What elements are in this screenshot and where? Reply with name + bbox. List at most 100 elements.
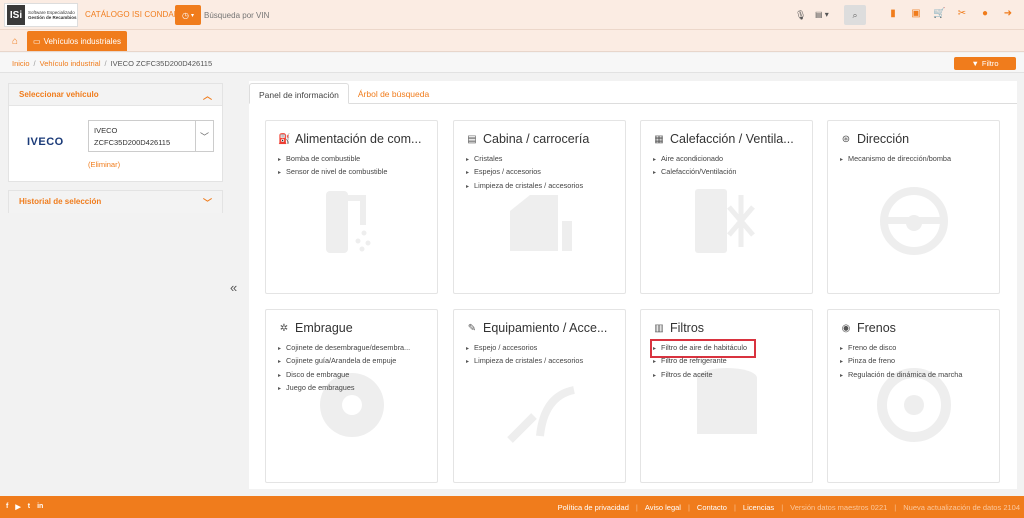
card-title: Frenos <box>857 321 896 335</box>
equipment-illustration <box>506 386 575 443</box>
card-item[interactable]: Espejos / accesorios <box>466 166 583 179</box>
card-item[interactable]: Filtros de aceite <box>653 369 753 382</box>
category-card-brakes[interactable]: ◉ Frenos Freno de disco Pinza de freno Re… <box>827 309 1000 483</box>
iveco-logo: IVECO <box>27 136 64 148</box>
filter-button[interactable]: ▼ Filtro <box>954 57 1016 70</box>
tab-label: Vehículos industriales <box>43 36 121 46</box>
isi-logo[interactable]: ISi Software Especializado Gestión de Re… <box>4 3 78 27</box>
licenses-link[interactable]: Licencias <box>743 503 774 512</box>
collapse-sidebar-icon[interactable]: « <box>230 280 237 295</box>
breadcrumb-current: IVECO ZCFC35D200D426115 <box>110 59 213 68</box>
category-card-clutch[interactable]: ✲ Embrague Cojinete de desembrague/desemb… <box>265 309 438 483</box>
youtube-icon[interactable]: ▶ <box>15 503 20 511</box>
catalog-icon[interactable]: ▣ <box>910 8 922 19</box>
card-item[interactable]: Freno de disco <box>840 342 962 355</box>
chevron-down-icon[interactable]: ﹀ <box>195 121 213 151</box>
card-item[interactable]: Calefacción/Ventilación <box>653 166 736 179</box>
card-items: Mecanismo de dirección/bomba <box>840 153 951 166</box>
equipment-icon: ✎ <box>467 322 477 334</box>
legal-notice-link[interactable]: Aviso legal <box>645 503 681 512</box>
card-item[interactable]: Juego de embragues <box>278 382 410 395</box>
cart-icon[interactable]: 🛒 <box>933 8 945 19</box>
card-title: Alimentación de com... <box>295 132 422 146</box>
twitter-icon[interactable]: t <box>28 503 30 511</box>
card-items: Cristales Espejos / accesorios Limpieza … <box>466 153 583 193</box>
history-panel: Historial de selección ﹀ <box>8 190 223 213</box>
social-links: f ▶ t in <box>6 503 43 511</box>
tab-info-panel[interactable]: Panel de información <box>249 83 349 104</box>
home-icon[interactable]: ⌂ <box>6 33 24 49</box>
logout-icon[interactable]: ➜ <box>1002 8 1014 19</box>
user-icon[interactable]: ● <box>979 8 991 19</box>
card-item[interactable]: Limpieza de cristales / accesorios <box>466 180 583 193</box>
card-item-highlighted[interactable]: Filtro de aire de habitáculo <box>649 338 757 359</box>
search-box: 🎙 ▤ ▾ <box>201 5 843 25</box>
card-item[interactable]: Filtro de refrigerante <box>653 355 753 368</box>
card-title: Dirección <box>857 132 910 146</box>
breadcrumb-home[interactable]: Inicio <box>12 59 30 68</box>
category-card-filters[interactable]: ▥ Filtros Filtro de aire de habitáculo Fi… <box>640 309 813 483</box>
privacy-policy-link[interactable]: Política de privacidad <box>558 503 629 512</box>
history-dropdown-button[interactable]: ◷ ▾ <box>175 5 201 25</box>
magnifier-icon: ⌕ <box>852 9 858 20</box>
contact-link[interactable]: Contacto <box>697 503 727 512</box>
tab-industrial-vehicles[interactable]: ▭ Vehículos industriales <box>27 31 127 51</box>
category-card-cabin[interactable]: ▤ Cabina / carrocería Cristales Espejos /… <box>453 120 626 294</box>
master-data-version: Versión datos maestros 0221 <box>790 503 888 512</box>
logo-text: Software Especializado Gestión de Recamb… <box>28 10 77 20</box>
card-items: Espejo / accesorios Limpieza de cristale… <box>466 342 583 369</box>
card-item[interactable]: Cojinete de desembrague/desembra... <box>278 342 410 355</box>
heating-illustration <box>694 189 755 253</box>
vehicle-brand: IVECO <box>94 126 118 135</box>
microphone-icon[interactable]: 🎙 <box>795 10 806 21</box>
chevron-up-icon: ︿ <box>202 91 212 101</box>
search-type-dropdown[interactable]: ▤ ▾ <box>815 10 829 19</box>
card-item[interactable]: Aire acondicionado <box>653 153 736 166</box>
tab-search-tree[interactable]: Árbol de búsqueda <box>349 83 438 104</box>
history-header[interactable]: Historial de selección ﹀ <box>9 191 222 213</box>
facebook-icon[interactable]: f <box>6 503 8 511</box>
vin-search-input[interactable] <box>204 8 784 22</box>
card-item[interactable]: Espejo / accesorios <box>466 342 583 355</box>
tools-icon[interactable]: ✂ <box>956 8 968 19</box>
card-item[interactable]: Cristales <box>466 153 583 166</box>
fuel-pump-illustration <box>325 191 370 253</box>
data-update-version: Nueva actualización de datos 2104 <box>903 503 1020 512</box>
search-button[interactable]: ⌕ <box>844 5 866 25</box>
top-bar: ISi Software Especializado Gestión de Re… <box>0 0 1024 30</box>
card-title: Filtros <box>670 321 705 335</box>
card-title: Calefacción / Ventila... <box>670 132 794 146</box>
document-icon[interactable]: ▮ <box>887 8 899 19</box>
steering-wheel-illustration <box>879 187 948 255</box>
card-items: Freno de disco Pinza de freno Regulación… <box>840 342 962 382</box>
card-item[interactable]: Cojinete guía/Arandela de empuje <box>278 355 410 368</box>
card-item[interactable]: Pinza de freno <box>840 355 962 368</box>
logo-mark: ISi <box>7 5 25 25</box>
card-title: Embrague <box>295 321 353 335</box>
footer-links: Política de privacidad | Aviso legal | Con… <box>557 503 1020 512</box>
breadcrumb-category[interactable]: Vehículo industrial <box>40 59 101 68</box>
category-card-fuel[interactable]: ⛽ Alimentación de com... Bomba de combust… <box>265 120 438 294</box>
remove-vehicle-link[interactable]: (Eliminar) <box>88 160 120 169</box>
vehicle-select[interactable]: IVECO ZCFC35D200D426115 ﹀ <box>88 120 214 152</box>
category-card-steering[interactable]: ⊛ Dirección Mecanismo de dirección/bomba <box>827 120 1000 294</box>
brake-icon: ◉ <box>841 322 851 334</box>
card-item[interactable]: Bomba de combustible <box>278 153 387 166</box>
card-item[interactable]: Regulación de dinámica de marcha <box>840 369 962 382</box>
cabin-icon: ▤ <box>467 133 477 145</box>
card-item[interactable]: Mecanismo de dirección/bomba <box>840 153 951 166</box>
card-items: Filtro de aire de habitáculo Filtro de r… <box>649 338 757 382</box>
footer: f ▶ t in Política de privacidad | Aviso l… <box>0 496 1024 518</box>
card-item[interactable]: Limpieza de cristales / accesorios <box>466 355 583 368</box>
card-item[interactable]: Sensor de nivel de combustible <box>278 166 387 179</box>
category-card-equipment[interactable]: ✎ Equipamiento / Acce... Espejo / accesor… <box>453 309 626 483</box>
vehicle-select-header[interactable]: Seleccionar vehículo ︿ <box>9 84 222 106</box>
clutch-icon: ✲ <box>279 322 289 334</box>
linkedin-icon[interactable]: in <box>37 503 43 511</box>
vehicle-vin: ZCFC35D200D426115 <box>94 138 171 147</box>
catalog-title: CATÁLOGO ISI CONDAL <box>85 10 179 19</box>
vehicle-select-panel: Seleccionar vehículo ︿ IVECO IVECO ZCFC3… <box>8 83 223 182</box>
category-card-heating[interactable]: ▦ Calefacción / Ventila... Aire acondicio… <box>640 120 813 294</box>
funnel-icon: ▼ <box>971 59 979 68</box>
card-item[interactable]: Disco de embrague <box>278 369 410 382</box>
